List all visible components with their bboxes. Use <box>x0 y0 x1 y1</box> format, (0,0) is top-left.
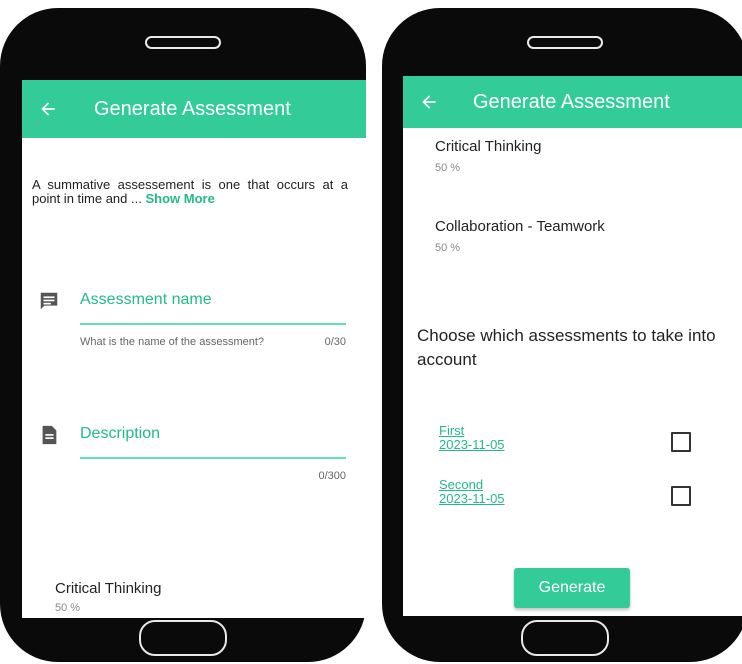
show-more-link[interactable]: Show More <box>145 191 214 206</box>
description-input[interactable] <box>80 457 346 459</box>
screen-right: Critical Thinking 50 % Collaboration - T… <box>403 76 742 616</box>
page-title: Generate Assessment <box>94 97 291 120</box>
description-counter: 0/300 <box>318 470 346 482</box>
assessment-checkbox-second[interactable] <box>671 486 691 506</box>
assessment-date: 2023-11-05 <box>439 491 505 506</box>
speaker-slot <box>145 36 221 49</box>
back-button[interactable] <box>403 92 455 112</box>
skill-name: Critical Thinking <box>435 138 542 155</box>
intro-paragraph: A summative assessement is one that occu… <box>32 178 348 206</box>
assessment-name: First <box>439 423 465 438</box>
document-icon <box>38 424 60 451</box>
assessment-link-first[interactable]: First 2023-11-05 <box>439 424 505 452</box>
assessment-checkbox-first[interactable] <box>671 432 691 452</box>
app-bar: Generate Assessment <box>403 76 742 128</box>
assessment-link-second[interactable]: Second 2023-11-05 <box>439 478 505 506</box>
assessment-name: Second <box>439 477 484 492</box>
arrow-left-icon <box>41 102 55 116</box>
screen-left: Generate Assessment A summative assessem… <box>22 80 366 618</box>
home-button[interactable] <box>521 620 609 656</box>
description-label[interactable]: Description <box>80 425 160 443</box>
message-icon <box>38 290 60 317</box>
phone-left: Generate Assessment A summative assessem… <box>0 8 366 662</box>
speaker-slot <box>527 36 603 49</box>
home-button[interactable] <box>139 620 227 656</box>
assessment-name-counter: 0/30 <box>324 336 346 348</box>
skill-name: Collaboration - Teamwork <box>435 218 605 235</box>
assessment-name-helper: What is the name of the assessment? <box>80 336 265 348</box>
skill-name: Critical Thinking <box>55 580 162 597</box>
phone-right: Critical Thinking 50 % Collaboration - T… <box>382 8 742 662</box>
skill-percent: 50 % <box>55 602 81 614</box>
skill-percent: 50 % <box>435 162 461 174</box>
skill-percent: 50 % <box>435 242 461 254</box>
arrow-left-icon <box>422 95 436 109</box>
generate-button[interactable]: Generate <box>514 568 630 608</box>
app-bar: Generate Assessment <box>22 80 366 138</box>
assessment-date: 2023-11-05 <box>439 437 505 452</box>
back-button[interactable] <box>22 99 74 119</box>
choose-assessments-heading: Choose which assessments to take into ac… <box>417 326 716 369</box>
assessment-name-input[interactable] <box>80 323 346 325</box>
assessment-name-label[interactable]: Assessment name <box>80 291 212 309</box>
page-title: Generate Assessment <box>473 90 670 113</box>
